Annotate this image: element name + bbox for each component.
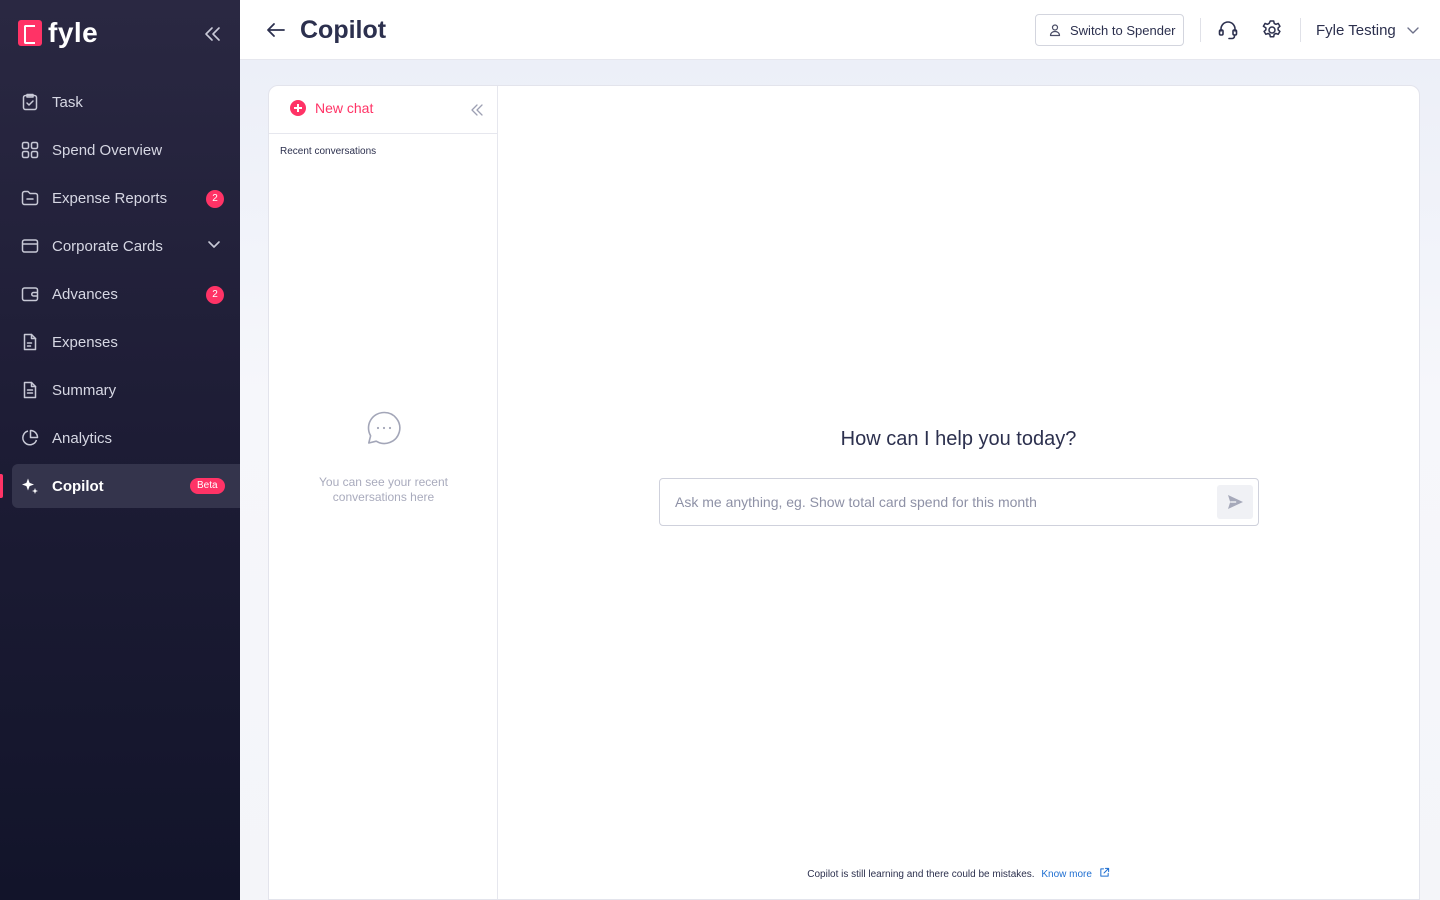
fyle-logo-icon [18,20,42,46]
sidebar-nav: Task Spend Overview Expense Reports 2 Co… [0,80,240,512]
switch-to-spender-label: Switch to Spender [1070,22,1176,38]
sidebar-item-label: Task [52,93,83,111]
sidebar-item-label: Corporate Cards [52,237,163,255]
back-arrow-icon[interactable] [264,18,288,42]
brand-logo[interactable]: fyle [18,18,98,48]
user-name: Fyle Testing [1316,21,1396,39]
collapse-conversations-icon[interactable] [469,102,485,118]
sidebar-item-label: Spend Overview [52,141,163,159]
receipt-icon [20,332,40,352]
sidebar-item-expense-reports[interactable]: Expense Reports 2 [12,176,240,220]
user-icon [1049,24,1061,37]
count-badge: 2 [206,286,224,304]
recent-conversations-title: Recent conversations [280,146,377,157]
ask-box [659,478,1259,526]
gear-icon[interactable] [1260,18,1284,42]
headset-support-icon[interactable] [1216,18,1240,42]
card-icon [20,236,40,256]
sidebar: fyle Task Spend Overview Expense Reports… [0,0,240,900]
sidebar-item-label: Expense Reports [52,189,168,207]
send-icon [1228,495,1243,509]
conversation-list: New chat Recent conversations You can se… [269,86,498,899]
collapse-sidebar-icon[interactable] [200,22,224,46]
main-content: New chat Recent conversations You can se… [240,60,1440,900]
disclaimer-row: Copilot is still learning and there coul… [498,867,1419,880]
header-divider [1300,18,1301,42]
user-menu[interactable]: Fyle Testing [1316,18,1420,42]
disclaimer-text: Copilot is still learning and there coul… [807,869,1035,880]
send-button[interactable] [1217,485,1253,519]
sidebar-item-copilot[interactable]: Copilot Beta [0,464,240,508]
beta-tag: Beta [190,478,225,494]
sidebar-item-advances[interactable]: Advances 2 [12,272,240,316]
sidebar-item-spend-overview[interactable]: Spend Overview [12,128,240,172]
sidebar-item-label: Summary [52,381,117,399]
sidebar-item-corporate-cards[interactable]: Corporate Cards [12,224,240,268]
new-chat-row: New chat [269,86,498,134]
sidebar-item-task[interactable]: Task [12,80,240,124]
sidebar-item-label: Analytics [52,429,113,447]
sparkle-icon [20,476,40,496]
count-badge: 2 [206,190,224,208]
chat-bubble-icon [367,411,401,445]
page-title: Copilot [300,16,387,44]
greeting-heading: How can I help you today? [840,428,1077,450]
sidebar-item-label: Expenses [52,333,118,351]
external-link-icon[interactable] [1099,867,1110,878]
copilot-panel: New chat Recent conversations You can se… [268,85,1420,900]
sidebar-item-analytics[interactable]: Analytics [12,416,240,460]
sidebar-item-label: Copilot [52,477,104,495]
brand-name: fyle [48,17,99,48]
empty-state: You can see your recent conversations he… [269,410,498,505]
new-chat-button[interactable]: New chat [281,100,373,116]
plus-circle-icon [290,100,306,116]
chevron-down-icon[interactable] [206,236,222,252]
chevron-down-icon [1407,27,1419,34]
sidebar-item-summary[interactable]: Summary [12,368,240,412]
switch-to-spender-button[interactable]: Switch to Spender [1035,14,1184,46]
document-icon [20,380,40,400]
empty-state-text: You can see your recent conversations he… [319,475,448,504]
folder-icon [20,188,40,208]
header-divider [1200,18,1201,42]
ask-input[interactable] [660,479,1210,525]
grid-icon [20,140,40,160]
chat-area: How can I help you today? Copilot is sti… [498,86,1419,899]
sidebar-item-label: Advances [52,285,118,303]
new-chat-label: New chat [315,100,374,116]
task-check-icon [20,92,40,112]
top-header: Copilot Switch to Spender Fyle Testing [240,0,1440,60]
wallet-icon [20,284,40,304]
pie-chart-icon [20,428,40,448]
sidebar-item-expenses[interactable]: Expenses [12,320,240,364]
know-more-link[interactable]: Know more [1041,869,1092,880]
